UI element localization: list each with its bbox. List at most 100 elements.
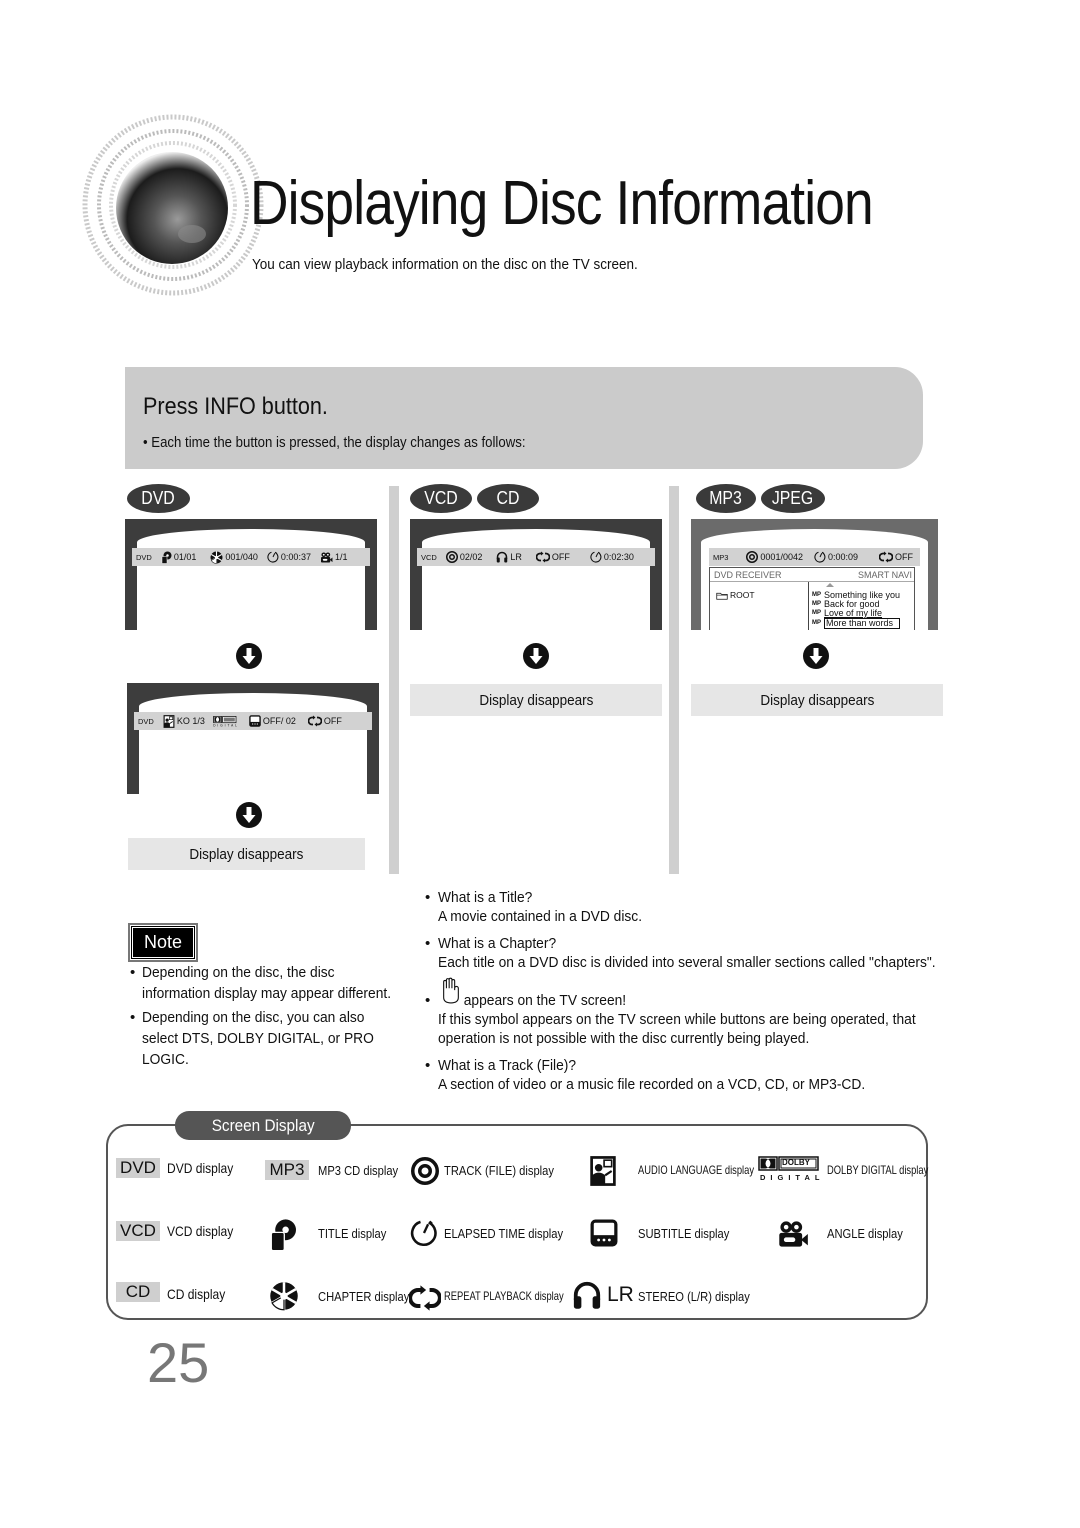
page-subtitle: You can view playback information on the… — [252, 256, 638, 273]
folder-icon — [716, 591, 728, 600]
qa-title: What is a Title? A movie contained in a … — [425, 888, 660, 926]
osd-bar: DVD 01/01 001/040 0:00:37 1/1 — [132, 548, 370, 566]
track-icon — [446, 551, 458, 563]
audio-language-icon — [590, 1155, 616, 1187]
headphones-icon — [572, 1280, 602, 1310]
legend-label: ELAPSED TIME display — [444, 1226, 564, 1241]
arrow-down-icon — [236, 802, 262, 828]
tv-screen-vcd: VCD 02/02 LR OFF 0:02:30 — [410, 519, 662, 630]
subtitle-value: OFF/ 02 — [262, 716, 296, 726]
file-item[interactable]: MP Love of my life — [812, 609, 882, 618]
folder-item[interactable]: ROOT — [716, 590, 755, 600]
display-disappears-label: Display disappears — [691, 684, 943, 716]
track-value: 02/02 — [459, 552, 483, 562]
banner-title: Press INFO button. — [143, 393, 328, 420]
title-icon — [270, 1218, 296, 1252]
track-value: 0001/0042 — [760, 552, 803, 562]
vcd-badge: VCD — [410, 484, 472, 513]
question: What is a Title? — [438, 889, 533, 906]
tv-screen-dvd-1: DVD 01/01 001/040 0:00:37 1/1 — [125, 519, 377, 630]
answer: A movie contained in a DVD disc. — [438, 908, 643, 925]
legend-label: DVD display — [167, 1160, 234, 1176]
banner-bullet-text: Each time the button is pressed, the dis… — [151, 434, 526, 451]
qa-chapter: What is a Chapter? Each title on a DVD d… — [425, 934, 979, 972]
arrow-down-icon — [236, 643, 262, 669]
dolby-digital-icon — [213, 716, 237, 727]
track-icon — [411, 1157, 439, 1185]
elapsed-time-value: 0:02:30 — [603, 552, 634, 562]
note-item: Depending on the disc, you can alsoselec… — [130, 1007, 420, 1070]
cd-display-badge: CD — [116, 1282, 160, 1302]
headphones-icon — [496, 551, 508, 563]
legend-label: REPEAT PLAYBACK display — [444, 1289, 564, 1303]
legend-label: CD display — [167, 1286, 226, 1302]
osd-bar: DVD KO 1/3 OFF/ 02 OFF — [134, 712, 372, 730]
tv-screen-mp3: MP3 0001/0042 0:00:09 OFF DVD RECEIVER S… — [691, 519, 938, 630]
elapsed-time-icon — [590, 551, 602, 563]
dolby-digital-icon: DOLBY DIGITAL — [758, 1156, 825, 1182]
chapter-value: 001/040 — [225, 552, 258, 562]
chapter-icon — [210, 551, 223, 564]
answer: A section of video or a music file recor… — [438, 1076, 866, 1093]
angle-icon — [320, 552, 333, 563]
audio-language-value: KO 1/3 — [176, 716, 205, 726]
display-disappears-label: Display disappears — [410, 684, 662, 716]
angle-icon — [777, 1220, 809, 1248]
arrow-down-icon — [803, 643, 829, 669]
file-item-selected[interactable]: MP More than words — [812, 618, 901, 629]
repeat-icon — [879, 551, 893, 563]
dvd-badge: DVD — [127, 484, 190, 513]
osd-bar: MP3 0001/0042 0:00:09 OFF — [709, 548, 920, 566]
legend-label: VCD display — [167, 1223, 234, 1239]
repeat-icon — [308, 715, 322, 727]
disc-type-tag: DVD — [136, 552, 152, 562]
question: What is a Track (File)? — [438, 1057, 577, 1074]
folder-name: ROOT — [730, 590, 755, 600]
stereo-value: LR — [510, 552, 522, 562]
legend-label: TRACK (FILE) display — [444, 1163, 554, 1178]
answer: operation is not possible with the disc … — [438, 1030, 810, 1047]
page-title: Displaying Disc Information — [250, 169, 874, 238]
display-disappears-label: Display disappears — [128, 838, 365, 870]
disc-type-tag: MP3 — [713, 552, 729, 562]
stereo-lr-badge: LR — [607, 1283, 634, 1306]
osd-bar: VCD 02/02 LR OFF 0:02:30 — [417, 548, 655, 566]
subtitle-icon — [590, 1219, 618, 1247]
note-item: Depending on the disc, the discinformati… — [130, 962, 420, 1004]
legend-label: TITLE display — [318, 1226, 387, 1241]
elapsed-time-value: 0:00:09 — [827, 552, 858, 562]
repeat-value: OFF — [551, 552, 570, 562]
column-divider — [669, 486, 679, 874]
column-divider — [389, 486, 399, 874]
audio-language-icon — [163, 715, 175, 728]
vcd-display-badge: VCD — [116, 1221, 160, 1241]
mp3-badge: MP3 — [696, 484, 756, 513]
repeat-icon — [536, 551, 550, 563]
disc-graphic — [80, 110, 270, 310]
scroll-up-icon[interactable] — [826, 583, 834, 587]
dvd-display-badge: DVD — [116, 1158, 160, 1178]
legend-tab: Screen Display — [175, 1111, 351, 1140]
qa-track: What is a Track (File)? A section of vid… — [425, 1056, 902, 1094]
answer: Each title on a DVD disc is divided into… — [438, 954, 936, 971]
disc-type-tag: VCD — [421, 552, 437, 562]
legend-label: CHAPTER display — [318, 1289, 410, 1304]
banner-bullet: • Each time the button is pressed, the d… — [143, 434, 526, 451]
mp3-display-badge: MP3 — [265, 1160, 309, 1180]
question: appears on the TV screen! — [463, 992, 627, 1009]
legend-label: AUDIO LANGUAGE display — [638, 1163, 755, 1177]
track-icon — [746, 551, 758, 563]
disc-type-tag: DVD — [138, 716, 154, 726]
title-value: 01/01 — [173, 552, 197, 562]
legend-label: MP3 CD display — [318, 1163, 399, 1178]
answer: If this symbol appears on the TV screen … — [438, 1011, 916, 1028]
elapsed-time-icon — [814, 551, 826, 563]
navi-right-header: SMART NAVI — [857, 569, 912, 580]
tv-screen-dvd-2: DVD KO 1/3 OFF/ 02 OFF — [127, 683, 379, 794]
cd-badge: CD — [477, 484, 539, 513]
chapter-icon — [269, 1281, 299, 1311]
repeat-value: OFF — [323, 716, 342, 726]
repeat-icon — [409, 1284, 441, 1312]
elapsed-time-value: 0:00:37 — [280, 552, 311, 562]
elapsed-time-icon — [267, 551, 279, 563]
